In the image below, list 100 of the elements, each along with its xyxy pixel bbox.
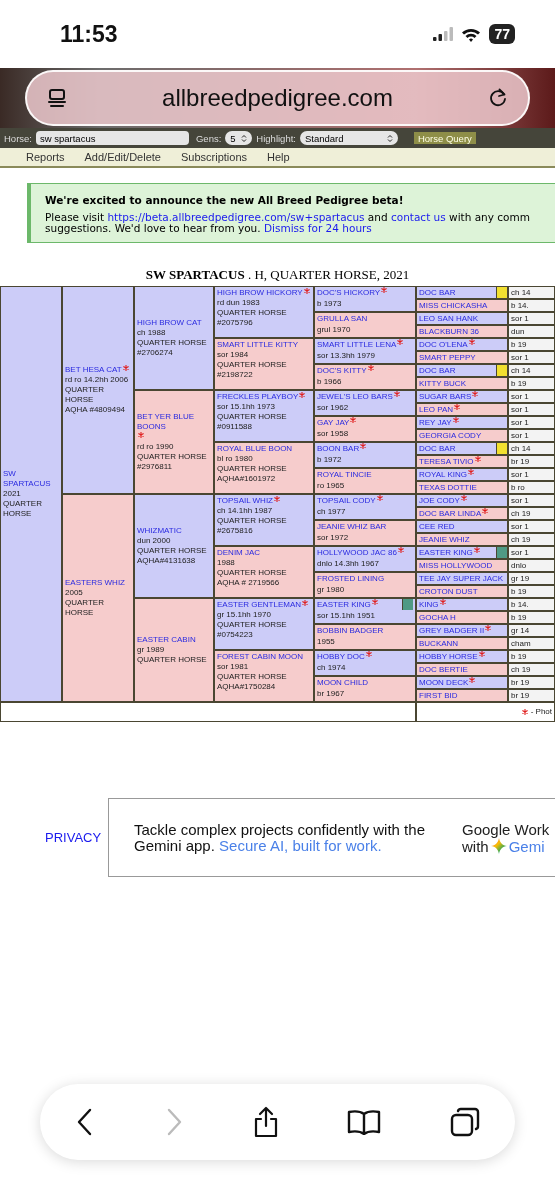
horse-info: gr 1989 <box>137 645 166 655</box>
horse-name-link[interactable]: EASTERS WHIZ <box>65 578 125 588</box>
tabs-icon[interactable] <box>450 1107 480 1137</box>
horse-name-link[interactable]: TOPSAIL WHIZ <box>217 496 273 505</box>
horse-name-link[interactable]: ROYAL KING <box>419 470 467 479</box>
horse-info: #2976811 <box>137 462 173 472</box>
brand-text: Google Work <box>462 820 550 838</box>
horse-name-link[interactable]: KING <box>419 600 439 609</box>
horse-name-link[interactable]: TEXAS DOTTIE <box>419 483 477 492</box>
horse-name-link[interactable]: HOBBY DOC <box>317 652 365 661</box>
asterisk-icon <box>454 404 461 410</box>
horse-name-link[interactable]: DOC O'LENA <box>419 340 468 349</box>
horse-name-link[interactable]: EASTER CABIN <box>137 635 196 645</box>
horse-name-link[interactable]: DOC BAR <box>419 288 456 297</box>
share-icon[interactable] <box>252 1106 279 1138</box>
horse-name-link[interactable]: GRULLA SAN <box>317 314 368 323</box>
horse-info: #2675816 <box>217 526 254 536</box>
horse-name-link[interactable]: DOC BERTIE <box>419 665 468 674</box>
horse-name-link[interactable]: HOLLYWOOD JAC 86 <box>317 548 397 557</box>
horse-name-link[interactable]: JEANIE WHIZ BAR <box>317 522 387 531</box>
privacy-link[interactable]: PRIVACY <box>45 830 108 845</box>
horse-name-link[interactable]: BET YER BLUE BOONS <box>137 412 211 432</box>
horse-info: #2198722 <box>217 370 254 380</box>
text-link[interactable]: Dismiss for 24 hours <box>263 222 372 234</box>
horse-info: b ro <box>509 482 554 493</box>
horse-name-link[interactable]: WHIZMATIC <box>137 526 182 536</box>
book-icon[interactable] <box>347 1109 382 1135</box>
horse-name-link[interactable]: CEE RED <box>419 522 455 531</box>
horse-name-link[interactable]: FOREST CABIN MOON <box>217 652 304 661</box>
horse-info: #2706274 <box>137 348 174 358</box>
address-bar[interactable]: allbreedpedigree.com <box>25 70 530 126</box>
horse-name-link[interactable]: HOBBY HORSE <box>419 652 478 661</box>
horse-name-link[interactable]: HIGH BROW CAT <box>137 318 202 328</box>
horse-name-link[interactable]: GEORGIA CODY <box>419 431 482 440</box>
horse-name-link[interactable]: TEE JAY SUPER JACK <box>419 574 504 583</box>
horse-input[interactable]: sw spartacus <box>36 131 189 145</box>
horse-name-link[interactable]: BUCKANN <box>419 639 459 648</box>
horse-name-link[interactable]: REY JAY <box>419 418 452 427</box>
menu-item[interactable]: Help <box>267 151 290 163</box>
horse-info: grul 1970 <box>317 324 352 335</box>
horse-name-link[interactable]: SW SPARTACUS <box>3 469 59 489</box>
horse-name-link[interactable]: DOC BAR <box>419 444 456 453</box>
horse-name-link[interactable]: GAY JAY <box>317 418 350 427</box>
horse-name-link[interactable]: SMART LITTLE LENA <box>317 340 397 349</box>
tabs-menu-icon[interactable] <box>47 88 67 108</box>
horse-name-link[interactable]: TERESA TIVIO <box>419 457 474 466</box>
horse-name-link[interactable]: MISS CHICKASHA <box>419 301 488 310</box>
horse-name-link[interactable]: MOON CHILD <box>317 678 369 687</box>
url-text: allbreedpedigree.com <box>162 84 393 112</box>
horse-name-link[interactable]: SMART LITTLE KITTY <box>217 340 299 349</box>
horse-name-link[interactable]: BOON BAR <box>317 444 360 453</box>
reload-icon[interactable] <box>488 87 508 109</box>
sparkle-icon <box>490 838 507 854</box>
gens-select[interactable]: 5 <box>225 131 253 145</box>
horse-name-link[interactable]: CROTON DUST <box>419 587 478 596</box>
horse-name-link[interactable]: SMART PEPPY <box>419 353 476 362</box>
horse-name-link[interactable]: LEO SAN HANK <box>419 314 479 323</box>
horse-name-link[interactable]: GOCHA H <box>419 613 456 622</box>
horse-name-link[interactable]: DOC'S KITTY <box>317 366 367 375</box>
horse-name-link[interactable]: EASTER KING <box>317 600 371 609</box>
menu-item[interactable]: Reports <box>26 151 65 163</box>
horse-name-link[interactable]: ROYAL BLUE BOON <box>217 444 293 453</box>
horse-name-link[interactable]: FIRST BID <box>419 691 458 700</box>
horse-info: #0754223 <box>217 630 254 640</box>
menu-item[interactable]: Subscriptions <box>180 151 247 163</box>
highlight-select[interactable]: Standard <box>299 131 398 145</box>
horse-name-link[interactable]: JEANIE WHIZ <box>419 535 470 544</box>
horse-name-link[interactable]: BET HESA CAT <box>65 365 122 375</box>
horse-name-link[interactable]: SUGAR BARS <box>419 392 472 401</box>
horse-name-link[interactable]: MISS HOLLYWOOD <box>419 561 493 570</box>
field-label: Gens: <box>196 132 222 144</box>
horse-info: sor 15.1hh 1973 <box>217 402 276 412</box>
horse-name-link[interactable]: HIGH BROW HICKORY <box>217 288 303 297</box>
text-link[interactable]: contact us <box>390 211 446 223</box>
horse-name-link[interactable]: JOE CODY <box>419 496 460 505</box>
horse-name-link[interactable]: DENIM JAC <box>217 548 261 557</box>
asterisk-icon <box>274 496 280 502</box>
horse-name-link[interactable]: LEO PAN <box>419 405 454 414</box>
advertisement-banner[interactable]: Tackle complex projects confidently with the Gemini app. Secure AI, built for work. Google Work with Gemi <box>108 798 555 877</box>
horse-info: QUARTER HORSE <box>217 620 288 630</box>
horse-info: sor 1 <box>509 547 554 558</box>
horse-name-link[interactable]: GREY BADGER II <box>419 626 485 635</box>
horse-name-link[interactable]: EASTER KING <box>419 548 473 557</box>
horse-name-link[interactable]: FROSTED LINING <box>317 574 385 583</box>
horse-name-link[interactable]: FRECKLES PLAYBOY <box>217 392 299 401</box>
horse-name-link[interactable]: DOC'S HICKORY <box>317 288 381 297</box>
asterisk-icon <box>473 547 480 553</box>
horse-name-link[interactable]: DOC BAR <box>419 366 456 375</box>
horse-name-link[interactable]: ROYAL TINCIE <box>317 470 372 479</box>
horse-name-link[interactable]: JEWEL'S LEO BARS <box>317 392 393 401</box>
horse-name-link[interactable]: MOON DECK <box>419 678 469 687</box>
menu-item[interactable]: Add/Edit/Delete <box>84 151 161 163</box>
horse-name-link[interactable]: BLACKBURN 36 <box>419 327 480 336</box>
text-link[interactable]: https://beta.allbreedpedigree.com/sw+spartacus <box>107 211 365 223</box>
horse-query-button[interactable]: Horse Query <box>413 132 476 144</box>
horse-name-link[interactable]: KITTY BUCK <box>419 379 466 388</box>
horse-name-link[interactable]: DOC BAR LINDA <box>419 509 482 518</box>
horse-name-link[interactable]: EASTER GENTLEMAN <box>217 600 301 609</box>
horse-name-link[interactable]: BOBBIN BADGER <box>317 626 384 635</box>
horse-name-link[interactable]: TOPSAIL CODY <box>317 496 376 505</box>
